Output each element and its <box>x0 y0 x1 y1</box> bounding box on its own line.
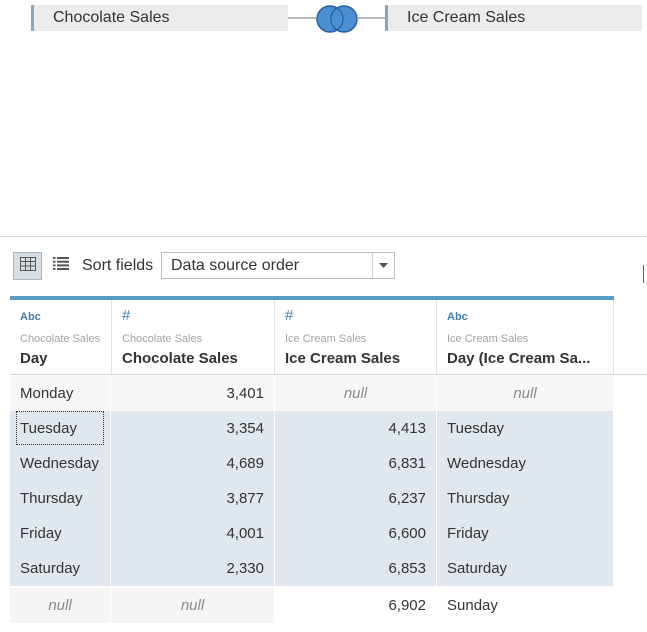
table-cell[interactable]: Wednesday <box>10 446 111 481</box>
column-source: Ice Cream Sales <box>285 333 367 345</box>
chevron-down-icon[interactable] <box>372 253 394 278</box>
table-cell[interactable]: null <box>275 376 437 411</box>
number-type-icon[interactable]: # <box>285 307 293 324</box>
table-row[interactable]: Friday 4,001 6,600 Friday <box>10 516 614 551</box>
sort-fields-label: Sort fields <box>82 257 154 274</box>
cell-focus-outline <box>16 411 104 445</box>
table-row[interactable]: Monday 3,401 null null <box>10 376 614 411</box>
table-cell[interactable]: Friday <box>10 516 111 551</box>
table-row[interactable]: Thursday 3,877 6,237 Thursday <box>10 481 614 516</box>
table-cell[interactable]: 3,354 <box>111 411 275 446</box>
table-cell[interactable]: Sunday <box>437 588 614 623</box>
sort-fields-dropdown[interactable]: Data source order <box>161 252 395 279</box>
table-cell[interactable]: 6,853 <box>275 551 437 586</box>
column-source: Ice Cream Sales <box>447 333 529 345</box>
column-name: Chocolate Sales <box>122 350 238 367</box>
column-name: Day (Ice Cream Sa... <box>447 350 591 367</box>
right-table-pill[interactable]: Ice Cream Sales <box>385 5 642 31</box>
join-canvas: Chocolate Sales Ice Cream Sales <box>0 0 647 235</box>
table-cell[interactable]: null <box>10 588 111 623</box>
table-cell[interactable]: Friday <box>437 516 614 551</box>
string-type-icon[interactable]: Abc <box>447 311 468 323</box>
table-cell[interactable]: Wednesday <box>437 446 614 481</box>
table-cell[interactable]: 3,877 <box>111 481 275 516</box>
join-line-left <box>288 17 316 19</box>
table-cell[interactable]: 3,401 <box>111 376 275 411</box>
table-cell[interactable]: Tuesday <box>437 411 614 446</box>
string-type-icon[interactable]: Abc <box>20 311 41 323</box>
table-cell[interactable]: Monday <box>10 376 111 411</box>
column-source: Chocolate Sales <box>20 333 101 345</box>
column-header-ice-cream-sales[interactable]: # Ice Cream Sales Ice Cream Sales <box>275 300 437 374</box>
sort-fields-value: Data source order <box>171 257 300 274</box>
join-line-right <box>358 17 385 19</box>
table-cell[interactable]: null <box>437 376 614 411</box>
table-row[interactable]: null null 6,902 Sunday <box>10 588 614 623</box>
column-name: Day <box>20 350 48 367</box>
table-cell[interactable]: Tuesday <box>10 411 111 446</box>
table-cell[interactable]: 6,831 <box>275 446 437 481</box>
full-outer-join-icon[interactable] <box>313 4 361 34</box>
grid-toolbar: Sort fields Data source order <box>0 250 647 282</box>
table-cell[interactable]: 2,330 <box>111 551 275 586</box>
column-header-day[interactable]: Abc Chocolate Sales Day <box>10 300 112 374</box>
list-view-button[interactable] <box>46 252 75 280</box>
table-row[interactable]: Tuesday 3,354 4,413 Tuesday <box>10 411 614 446</box>
pane-divider[interactable] <box>0 236 647 237</box>
table-cell[interactable]: 4,689 <box>111 446 275 481</box>
right-table-name: Ice Cream Sales <box>407 9 526 26</box>
grid-view-icon <box>19 256 36 276</box>
table-cell[interactable]: Thursday <box>437 481 614 516</box>
left-table-name: Chocolate Sales <box>53 9 170 26</box>
column-header-day-ice-cream[interactable]: Abc Ice Cream Sales Day (Ice Cream Sa... <box>437 300 614 374</box>
column-header-chocolate-sales[interactable]: # Chocolate Sales Chocolate Sales <box>112 300 275 374</box>
grid-view-button[interactable] <box>13 252 42 280</box>
table-cell[interactable]: 4,413 <box>275 411 437 446</box>
table-cell[interactable]: 4,001 <box>111 516 275 551</box>
table-row[interactable]: Wednesday 4,689 6,831 Wednesday <box>10 446 614 481</box>
table-cell[interactable]: 6,600 <box>275 516 437 551</box>
table-cell[interactable]: Thursday <box>10 481 111 516</box>
table-cell[interactable]: Saturday <box>10 551 111 586</box>
column-name: Ice Cream Sales <box>285 350 401 367</box>
panel-edge-handle[interactable] <box>643 265 647 283</box>
table-cell[interactable]: 6,902 <box>275 588 437 623</box>
data-source-page: Chocolate Sales Ice Cream Sales Sort fie… <box>0 0 647 632</box>
column-source: Chocolate Sales <box>122 333 203 345</box>
table-cell[interactable]: 6,237 <box>275 481 437 516</box>
number-type-icon[interactable]: # <box>122 307 130 324</box>
table-row[interactable]: Saturday 2,330 6,853 Saturday <box>10 551 614 586</box>
list-view-icon <box>52 257 69 275</box>
header-divider <box>10 374 647 375</box>
table-cell[interactable]: Saturday <box>437 551 614 586</box>
left-table-pill[interactable]: Chocolate Sales <box>31 5 288 31</box>
table-cell[interactable]: null <box>111 588 275 623</box>
